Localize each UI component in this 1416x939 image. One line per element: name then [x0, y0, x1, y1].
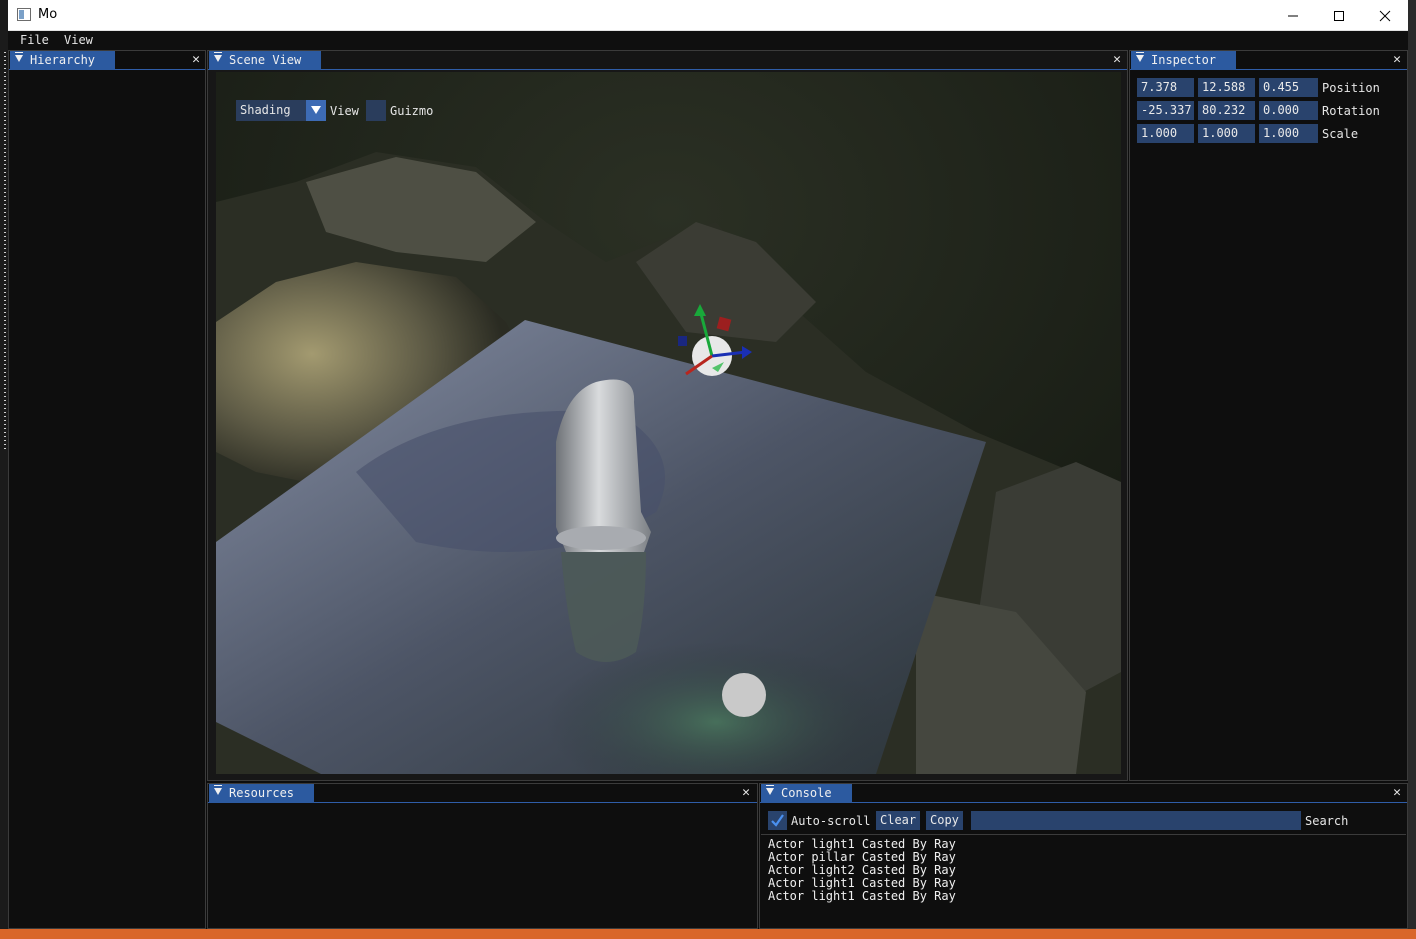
console-header: Console ✕	[760, 784, 1407, 803]
rotation-y-field[interactable]: 80.232	[1198, 101, 1255, 120]
menu-bar: File View	[8, 31, 1408, 50]
position-label: Position	[1322, 81, 1380, 95]
close-window-button[interactable]	[1362, 0, 1408, 31]
view-label[interactable]: View	[330, 104, 359, 118]
maximize-icon	[1334, 10, 1344, 21]
console-title: Console	[781, 786, 832, 800]
resources-header: Resources ✕	[208, 784, 757, 803]
scale-label: Scale	[1322, 127, 1359, 141]
maximize-button[interactable]	[1316, 0, 1362, 31]
close-icon	[1379, 10, 1391, 21]
taskbar-edge	[0, 929, 1416, 939]
menu-file[interactable]: File	[20, 33, 49, 47]
window-title: Mo	[38, 7, 58, 22]
resources-panel: Resources ✕	[207, 783, 758, 929]
search-label: Search	[1305, 814, 1349, 828]
inspector-title: Inspector	[1151, 53, 1217, 67]
console-close-icon[interactable]: ✕	[1390, 785, 1404, 801]
shading-dropdown-value: Shading	[240, 103, 291, 117]
chevron-down-icon[interactable]	[306, 100, 326, 121]
scene-render-image	[216, 72, 1121, 774]
window-titlebar[interactable]: Mo	[8, 0, 1408, 31]
copy-button[interactable]: Copy	[926, 811, 963, 830]
collapse-arrow-icon[interactable]	[1136, 52, 1144, 62]
collapse-arrow-icon[interactable]	[214, 785, 222, 795]
tab-inspector[interactable]: Inspector	[1131, 51, 1237, 70]
window-resize-dots	[4, 52, 6, 452]
console-panel: Console ✕ Auto-scroll Clear Copy Search …	[759, 783, 1408, 929]
scale-y-field[interactable]: 1.000	[1198, 124, 1255, 143]
scene-view-close-icon[interactable]: ✕	[1110, 52, 1124, 68]
resources-title: Resources	[229, 786, 295, 800]
scene-view-panel: Scene View ✕ Shading View Guizmo	[207, 50, 1128, 781]
inspector-close-icon[interactable]: ✕	[1390, 52, 1404, 68]
guizmo-label: Guizmo	[390, 104, 434, 118]
inspector-header: Inspector ✕	[1130, 51, 1407, 70]
scene-view-header: Scene View ✕	[208, 51, 1127, 70]
rotation-label: Rotation	[1322, 104, 1380, 118]
console-divider	[761, 834, 1406, 835]
log-line: Actor light1 Casted By Ray	[768, 889, 956, 903]
app-icon	[17, 8, 31, 21]
hierarchy-panel: Hierarchy ✕	[8, 50, 206, 929]
position-x-field[interactable]: 7.378	[1137, 78, 1194, 97]
scene-viewport[interactable]: Shading View Guizmo	[216, 72, 1121, 774]
collapse-arrow-icon[interactable]	[214, 52, 222, 62]
autoscroll-checkbox[interactable]	[768, 811, 787, 830]
inspector-panel: Inspector ✕ 7.378 12.588 0.455 Position …	[1129, 50, 1408, 781]
tab-scene-view[interactable]: Scene View	[209, 51, 322, 70]
scene-view-title: Scene View	[229, 53, 302, 67]
menu-view[interactable]: View	[64, 33, 93, 47]
console-log-list[interactable]: Actor light1 Casted By Ray Actor pillar …	[768, 838, 1398, 903]
autoscroll-label: Auto-scroll	[791, 814, 871, 828]
position-y-field[interactable]: 12.588	[1198, 78, 1255, 97]
scale-x-field[interactable]: 1.000	[1137, 124, 1194, 143]
resources-close-icon[interactable]: ✕	[739, 785, 753, 801]
position-z-field[interactable]: 0.455	[1259, 78, 1318, 97]
clear-button[interactable]: Clear	[876, 811, 921, 830]
rotation-x-field[interactable]: -25.337	[1137, 101, 1194, 120]
tab-resources[interactable]: Resources	[209, 784, 315, 803]
hierarchy-title: Hierarchy	[30, 53, 96, 67]
minimize-icon	[1288, 15, 1298, 16]
collapse-arrow-icon[interactable]	[766, 785, 774, 795]
rotation-z-field[interactable]: 0.000	[1259, 101, 1318, 120]
hierarchy-header: Hierarchy ✕	[9, 51, 205, 70]
search-input[interactable]	[971, 811, 1301, 830]
tab-console[interactable]: Console	[761, 784, 852, 803]
guizmo-checkbox[interactable]	[366, 100, 386, 121]
minimize-button[interactable]	[1270, 0, 1316, 31]
scale-z-field[interactable]: 1.000	[1259, 124, 1318, 143]
hierarchy-close-icon[interactable]: ✕	[189, 52, 203, 68]
collapse-arrow-icon[interactable]	[15, 52, 23, 62]
tab-hierarchy[interactable]: Hierarchy	[10, 51, 116, 70]
checkmark-icon	[771, 814, 784, 827]
desktop-right-edge	[1407, 0, 1416, 939]
